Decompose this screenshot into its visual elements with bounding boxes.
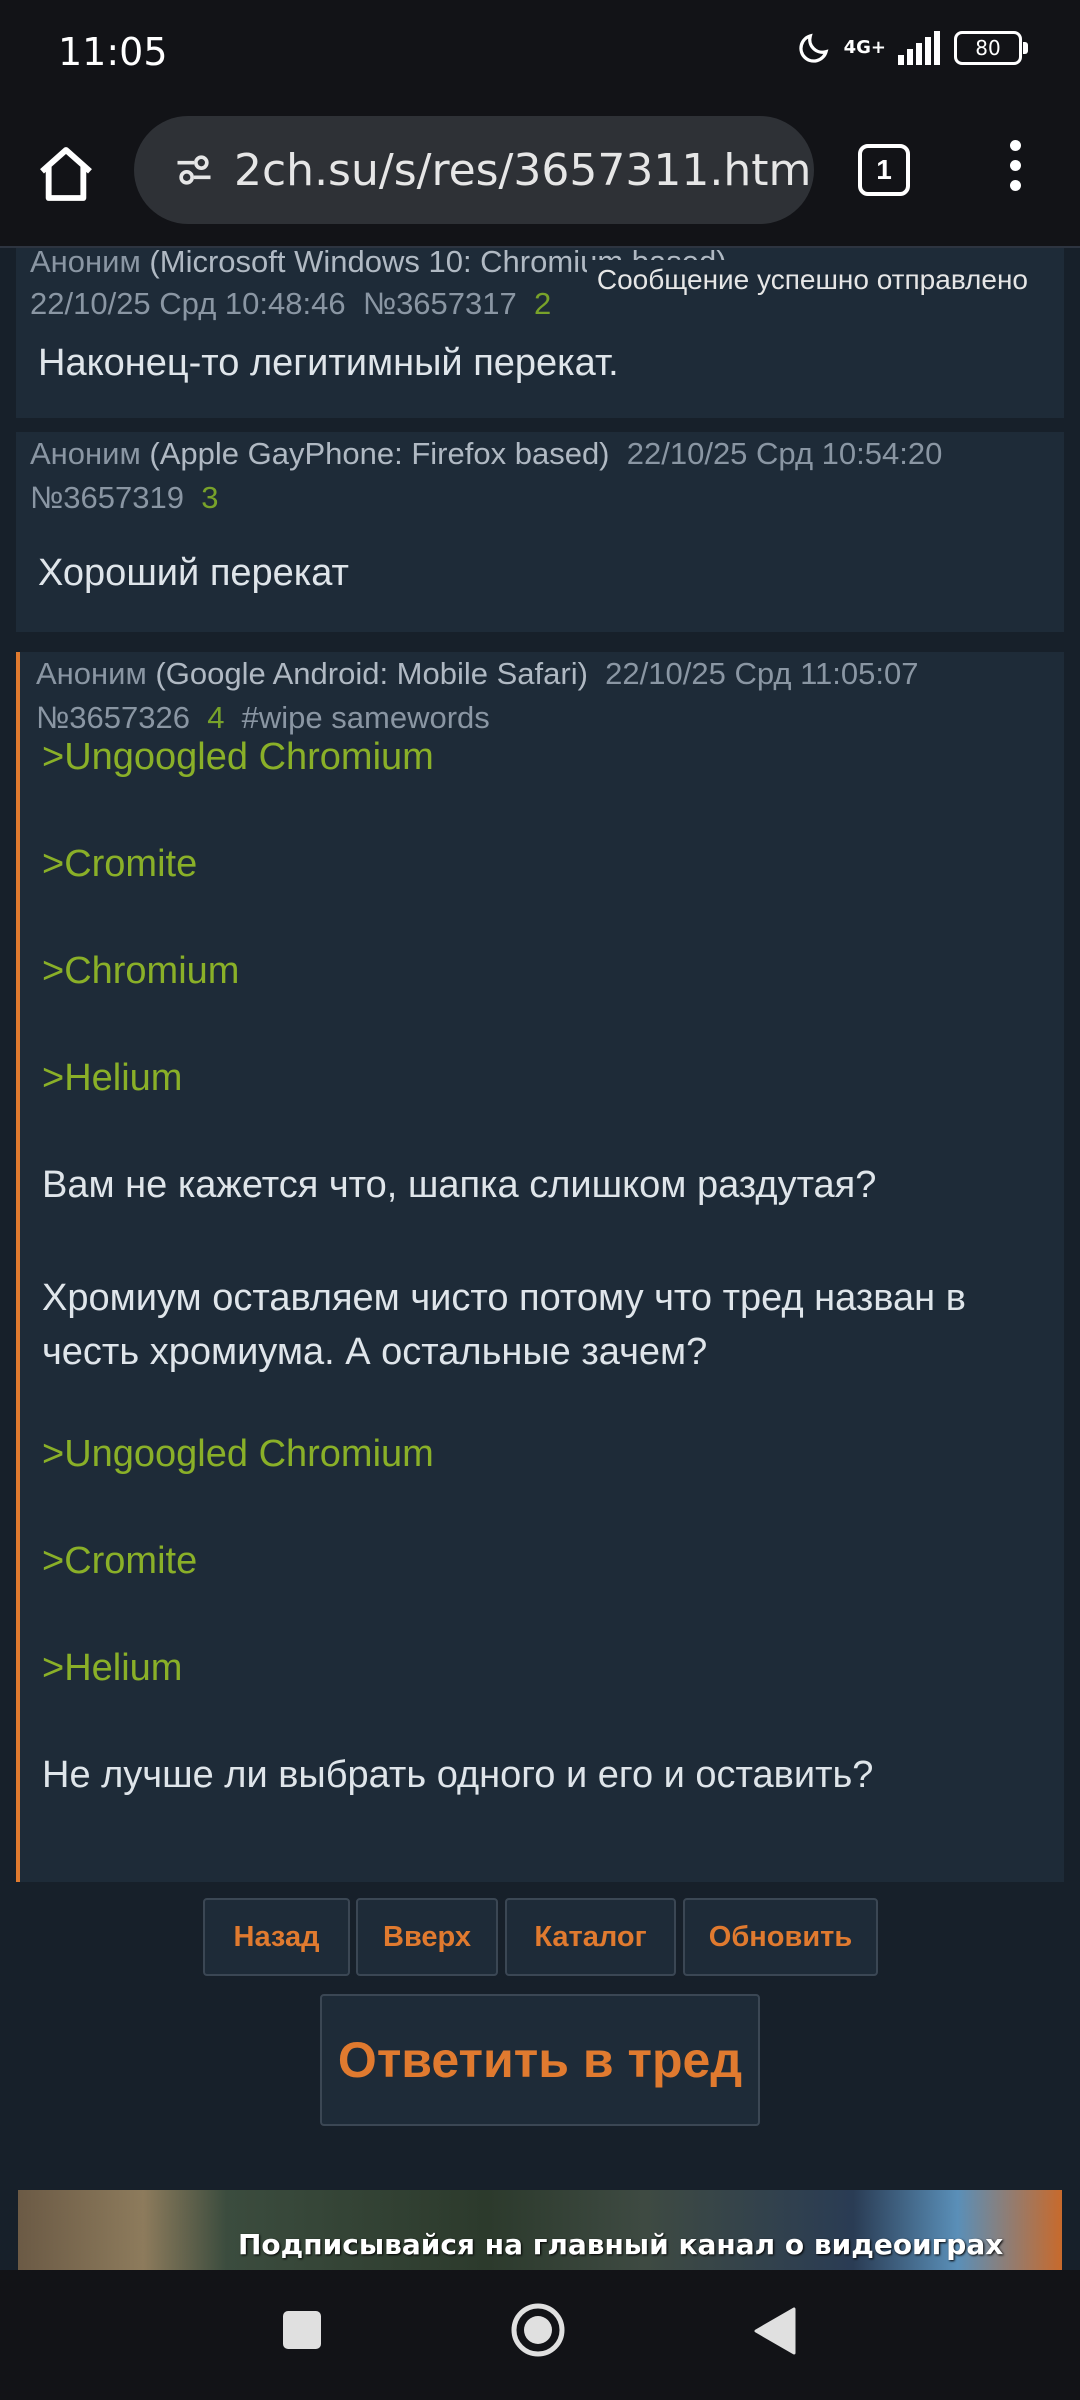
up-button[interactable]: Вверх <box>356 1898 498 1976</box>
poster-name: Аноним <box>36 656 147 691</box>
status-bar: 11:05 4G+ 80 <box>0 0 1080 110</box>
system-nav-bar <box>0 2270 1080 2400</box>
poster-name: Аноним <box>30 436 141 471</box>
post-header: Аноним (Apple GayPhone: Firefox based) 2… <box>30 432 1040 520</box>
thread-content: Аноним (Microsoft Windows 10: Chromium b… <box>0 248 1080 2270</box>
moon-icon <box>798 33 829 63</box>
greentext-line: >Helium <box>42 1647 183 1689</box>
greentext-line: >Chromium <box>42 950 240 992</box>
text-line: Вам не кажется что, шапка слишком раздут… <box>42 1164 877 1206</box>
banner-text: Подписывайся на главный канал о видеоигр… <box>238 2228 1004 2261</box>
post-number[interactable]: №3657317 <box>363 286 517 321</box>
home-circle-icon[interactable] <box>510 2302 566 2358</box>
post-date: 22/10/25 Срд 10:54:20 <box>626 436 943 471</box>
thread-nav: Назад Вверх Каталог Обновить <box>0 1898 1080 1978</box>
recents-icon[interactable] <box>283 2311 321 2349</box>
greentext-line: >Ungoogled Chromium <box>42 1433 434 1475</box>
text-line: Не лучше ли выбрать одного и его и остав… <box>42 1754 874 1796</box>
success-toast: Сообщение успешно отправлено <box>586 260 1046 300</box>
refresh-button[interactable]: Обновить <box>683 1898 878 1976</box>
clock: 11:05 <box>58 30 168 74</box>
browser-toolbar: 2ch.su/s/res/3657311.html#36 1 <box>0 110 1080 248</box>
post: Аноним (Google Android: Mobile Safari) 2… <box>16 652 1064 1882</box>
text-line: Хромиум оставляем чисто потому что тред … <box>42 1277 966 1373</box>
greentext-line: >Helium <box>42 1057 183 1099</box>
signal-icon <box>898 31 940 65</box>
ad-banner[interactable]: Подписывайся на главный канал о видеоигр… <box>18 2190 1062 2270</box>
post-date: 22/10/25 Срд 11:05:07 <box>605 656 919 691</box>
site-settings-icon[interactable] <box>172 148 216 192</box>
home-icon[interactable] <box>34 142 98 206</box>
post-date: 22/10/25 Срд 10:48:46 <box>30 286 346 321</box>
reply-count[interactable]: 3 <box>201 480 218 515</box>
greentext-line: >Cromite <box>42 1540 198 1582</box>
catalog-button[interactable]: Каталог <box>505 1898 676 1976</box>
reply-count[interactable]: 4 <box>207 700 224 735</box>
post-header: Аноним (Google Android: Mobile Safari) 2… <box>36 652 1046 740</box>
back-triangle-icon[interactable] <box>752 2306 798 2356</box>
network-type: 4G+ <box>843 37 886 58</box>
post-meta: 22/10/25 Срд 10:48:46 №3657317 2 <box>30 282 551 326</box>
overflow-menu-icon[interactable] <box>1000 140 1030 200</box>
post: Аноним (Microsoft Windows 10: Chromium b… <box>16 248 1064 418</box>
battery-icon: 80 <box>954 31 1028 65</box>
post-number[interactable]: №3657319 <box>30 480 184 515</box>
url-text[interactable]: 2ch.su/s/res/3657311.html#36 <box>234 145 814 196</box>
post-number[interactable]: №3657326 <box>36 700 190 735</box>
url-bar[interactable]: 2ch.su/s/res/3657311.html#36 <box>134 116 814 224</box>
post-body: Наконец-то легитимный перекат. <box>38 342 619 384</box>
post-tag: #wipe samewords <box>241 700 490 735</box>
reply-in-thread-button[interactable]: Ответить в тред <box>320 1994 760 2126</box>
greentext-line: >Cromite <box>42 843 198 885</box>
status-icons: 4G+ 80 <box>796 30 1028 66</box>
post-body: Хороший перекат <box>38 552 349 594</box>
user-agent: (Google Android: Mobile Safari) <box>155 656 588 691</box>
tab-switcher-button[interactable]: 1 <box>858 144 910 196</box>
poster-name: Аноним <box>30 248 141 279</box>
back-button[interactable]: Назад <box>203 1898 350 1976</box>
reply-count[interactable]: 2 <box>534 286 551 321</box>
post: Аноним (Apple GayPhone: Firefox based) 2… <box>16 432 1064 632</box>
greentext-line: >Ungoogled Chromium <box>42 736 434 778</box>
user-agent: (Apple GayPhone: Firefox based) <box>149 436 610 471</box>
